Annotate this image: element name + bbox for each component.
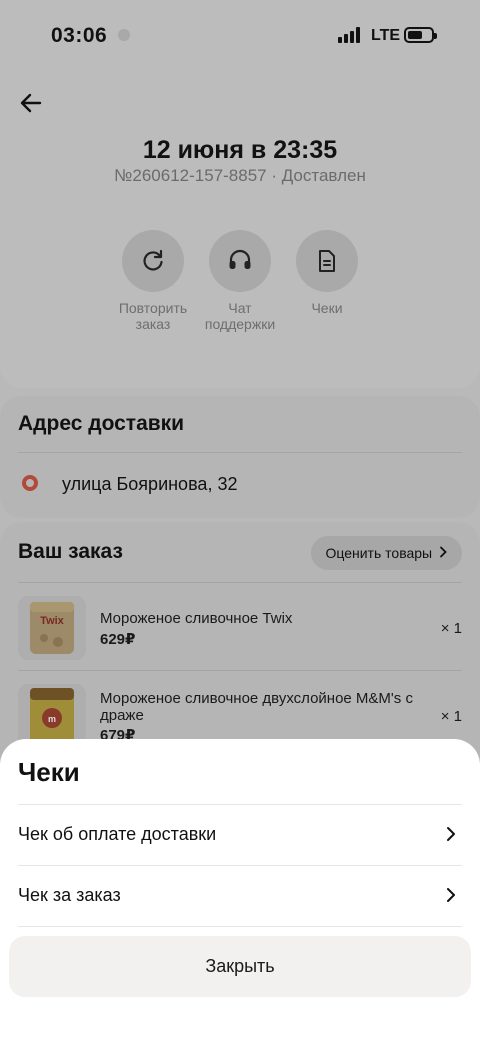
chevron-right-icon [440,546,447,558]
location-marker-icon [22,475,38,491]
headset-icon [209,230,271,292]
divider [18,452,462,453]
order-section-title: Ваш заказ [18,540,123,563]
chevron-right-icon [447,827,455,841]
list-item[interactable]: Twix Мороженое сливочное Twix 629₽ × 1 [0,596,480,666]
divider [18,670,462,671]
svg-text:Twix: Twix [40,615,65,627]
chevron-right-icon [447,888,455,902]
network-label: LTE [371,27,401,44]
product-quantity: × 1 [440,620,462,637]
product-quantity: × 1 [440,708,462,725]
support-chat-label: Чат поддержки [204,300,276,332]
delivery-address[interactable]: улица Бояринова, 32 [62,474,237,495]
receipts-bottom-sheet: Чеки Чек об оплате доставки Чек за заказ… [0,739,480,1043]
order-actions: Повторить заказ Чат поддержки Чеки [0,230,480,340]
receipts-label: Чеки [311,300,343,316]
product-name: Мороженое сливочное двухслойное M&M's с … [100,690,413,724]
status-time: 03:06 [51,24,108,47]
order-title: 12 июня в 23:35 [142,136,338,164]
repeat-icon [122,230,184,292]
address-section-title: Адрес доставки [18,412,185,435]
order-receipt-label: Чек за заказ [18,885,121,905]
close-button[interactable]: Закрыть [9,936,471,997]
rate-products-button[interactable]: Оценить товары [311,536,462,570]
sheet-title: Чеки [18,757,80,787]
product-image-twix: Twix [18,596,86,660]
notification-dot-icon [118,29,130,41]
product-price: 629₽ [100,631,136,648]
receipts-button[interactable]: Чеки [282,230,372,316]
battery-icon [404,27,437,43]
repeat-order-label: Повторить заказ [118,300,188,332]
status-bar: 03:06 LTE [0,0,480,72]
repeat-order-button[interactable]: Повторить заказ [108,230,198,332]
support-chat-button[interactable]: Чат поддержки [195,230,285,332]
delivery-receipt-row[interactable]: Чек об оплате доставки [18,805,462,865]
divider [18,582,462,583]
rate-products-label: Оценить товары [325,545,433,561]
delivery-receipt-label: Чек об оплате доставки [18,824,217,844]
signal-icon [338,27,362,43]
back-arrow-icon[interactable] [16,88,46,118]
product-name: Мороженое сливочное Twix [100,610,293,627]
order-details-screen: 03:06 LTE 12 июня в 23:35 №260612-157-88… [0,0,480,1043]
svg-text:m: m [48,714,56,724]
order-subtitle: №260612-157-8857 · Доставлен [114,166,366,185]
document-icon [296,230,358,292]
order-receipt-row[interactable]: Чек за заказ [18,866,462,926]
delivery-address-card: Адрес доставки улица Бояринова, 32 [0,396,480,518]
divider [18,926,462,927]
